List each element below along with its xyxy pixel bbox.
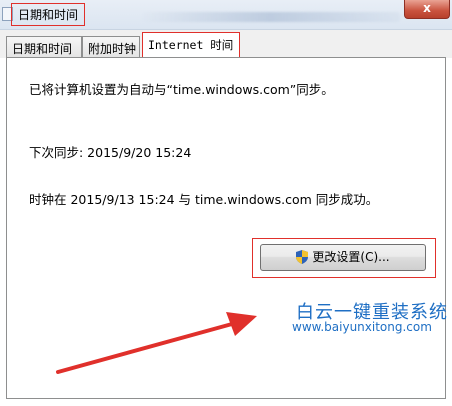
last-sync-text: 时钟在 2015/9/13 15:24 与 time.windows.com 同… [29,192,379,207]
blurred-background-text [140,12,400,22]
change-settings-label: 更改设置(C)... [312,250,390,264]
change-settings-button[interactable]: 更改设置(C)... [260,244,426,271]
watermark-url: www.baiyunxitong.com [292,320,432,334]
next-sync-text: 下次同步: 2015/9/20 15:24 [29,145,192,160]
uac-shield-icon [296,250,309,264]
title-bar: 日期和时间 x [0,0,452,30]
window-title: 日期和时间 [11,3,86,26]
close-button[interactable]: x [404,0,450,19]
tab-strip: 日期和时间 附加时钟 Internet 时间 [0,30,452,58]
internet-time-panel: 已将计算机设置为自动与“time.windows.com”同步。 下次同步: 2… [6,57,446,399]
tab-internet-time[interactable]: Internet 时间 [142,32,240,58]
tab-additional-clocks[interactable]: 附加时钟 [82,36,140,58]
sync-setting-text: 已将计算机设置为自动与“time.windows.com”同步。 [29,82,334,97]
tab-date-time[interactable]: 日期和时间 [6,36,82,58]
